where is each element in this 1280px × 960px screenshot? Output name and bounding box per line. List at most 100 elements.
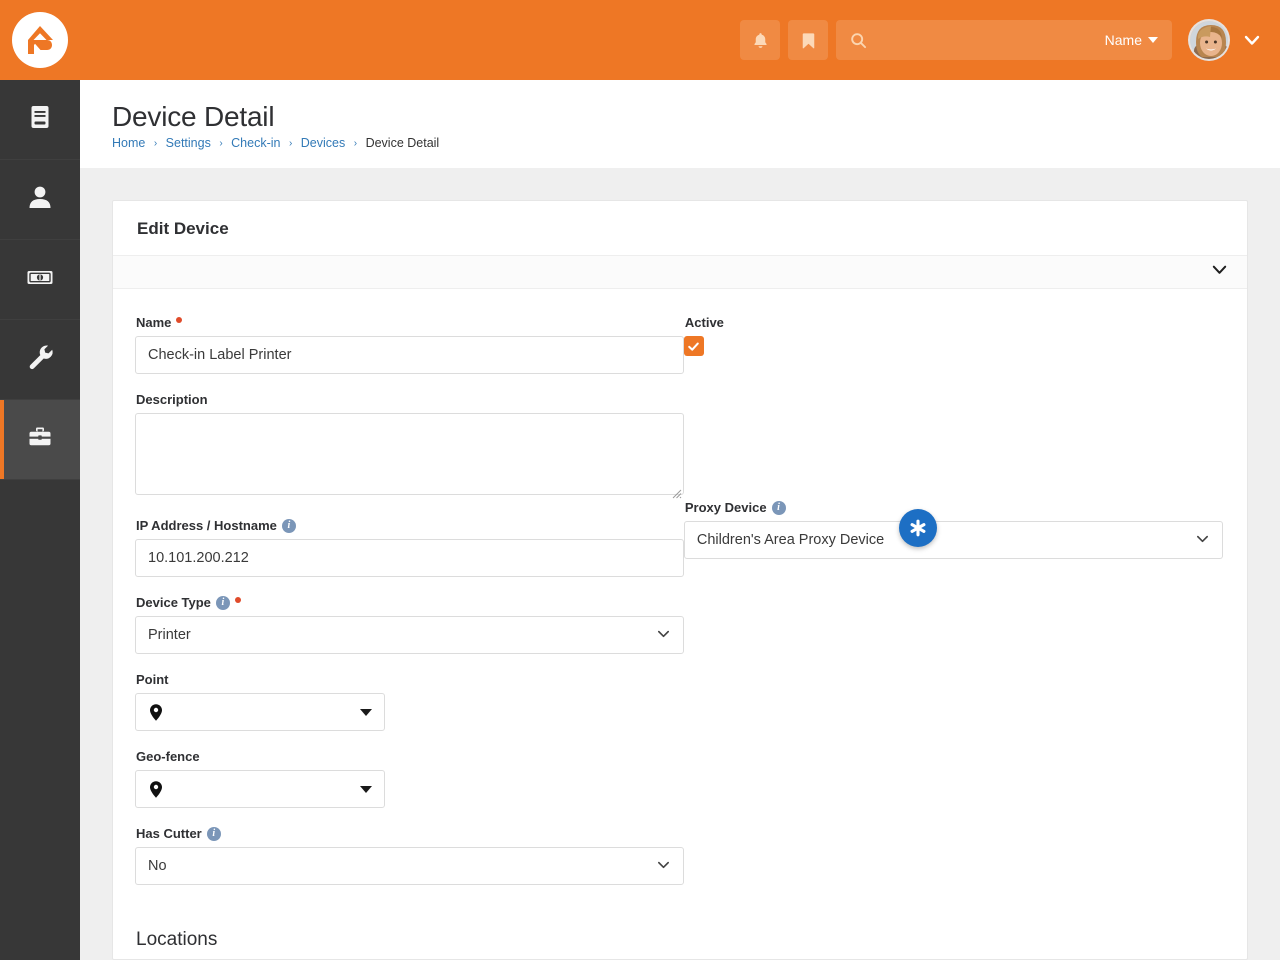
device-type-value: Printer xyxy=(148,627,191,643)
breadcrumb-item-home[interactable]: Home xyxy=(112,136,145,150)
info-icon[interactable]: i xyxy=(215,595,230,610)
search-scope-label: Name xyxy=(1104,32,1142,48)
sidebar-item-finance[interactable] xyxy=(0,240,80,320)
caret-down-icon xyxy=(360,708,372,716)
top-header-bar: Name xyxy=(0,0,1280,80)
map-pin-icon xyxy=(148,780,164,799)
chevron-down-icon xyxy=(1148,37,1158,43)
form-column-right: Active Proxy Device i Children's Area Pr… xyxy=(683,315,1223,903)
form-grid: Name Description xyxy=(135,315,1223,903)
locations-heading: Locations xyxy=(136,929,218,950)
label-text: Description xyxy=(136,392,208,407)
field-ip-address: IP Address / Hostname i xyxy=(135,518,684,577)
info-icon[interactable]: i xyxy=(206,826,221,841)
user-menu-chevron-icon[interactable] xyxy=(1242,30,1262,50)
label-text: Point xyxy=(136,672,169,687)
field-geofence: Geo-fence xyxy=(135,749,684,808)
chevron-down-icon xyxy=(656,857,671,876)
label-text: Geo-fence xyxy=(136,749,200,764)
breadcrumb-separator-icon: › xyxy=(219,138,223,150)
field-label-ip-address: IP Address / Hostname i xyxy=(136,518,684,533)
label-text: IP Address / Hostname xyxy=(136,518,277,533)
sidebar-item-book[interactable] xyxy=(0,80,80,160)
device-type-select[interactable]: Printer xyxy=(135,616,684,654)
proxy-device-select[interactable]: Children's Area Proxy Device xyxy=(683,521,1223,559)
breadcrumb-item-settings[interactable]: Settings xyxy=(166,136,211,150)
sidebar-item-tools[interactable] xyxy=(0,320,80,400)
sparkle-asterisk-icon[interactable] xyxy=(898,509,937,547)
bell-icon[interactable] xyxy=(740,20,780,60)
rock-logo-icon[interactable] xyxy=(12,12,68,68)
breadcrumb-separator-icon: › xyxy=(353,138,358,150)
proxy-device-value: Children's Area Proxy Device xyxy=(696,532,885,548)
ip-address-input[interactable] xyxy=(135,539,684,577)
chevron-down-icon[interactable] xyxy=(1210,260,1229,284)
breadcrumb: Home › Settings › Check-in › Devices › D… xyxy=(112,136,1280,150)
geofence-picker[interactable] xyxy=(135,770,385,808)
field-label-has-cutter: Has Cutter i xyxy=(136,826,684,841)
required-indicator-icon xyxy=(234,597,241,603)
chevron-down-icon xyxy=(1195,531,1210,550)
chevron-down-icon xyxy=(656,626,671,645)
main-sidebar xyxy=(0,80,80,960)
map-pin-icon xyxy=(148,703,164,722)
label-text: Name xyxy=(136,315,172,330)
field-has-cutter: Has Cutter i No xyxy=(135,826,684,885)
field-label-description: Description xyxy=(136,392,684,407)
breadcrumb-item-checkin[interactable]: Check-in xyxy=(231,136,280,150)
bookmark-icon[interactable] xyxy=(788,20,828,60)
breadcrumb-separator-icon: › xyxy=(288,138,293,150)
field-description: Description xyxy=(135,392,684,500)
field-proxy-device: Proxy Device i Children's Area Proxy Dev… xyxy=(683,500,1223,559)
field-point: Point xyxy=(135,672,684,731)
edit-device-panel: Edit Device Name Check-in Label Printer … xyxy=(112,200,1248,960)
money-bill-icon xyxy=(24,261,56,298)
field-label-device-type: Device Type i xyxy=(136,595,684,610)
breadcrumb-item-current: Device Detail xyxy=(365,136,440,151)
search-input[interactable] xyxy=(877,21,1105,59)
panel-collapse-bar[interactable] xyxy=(113,255,1247,289)
avatar[interactable] xyxy=(1188,19,1230,61)
panel-body: Name Description xyxy=(113,289,1247,951)
sidebar-item-person[interactable] xyxy=(0,160,80,240)
caret-down-icon xyxy=(360,785,372,793)
has-cutter-select[interactable]: No xyxy=(135,847,684,885)
logo-container[interactable] xyxy=(0,0,80,80)
field-label-active: Active xyxy=(685,315,1223,330)
label-text: Proxy Device xyxy=(684,500,767,515)
panel-header: Edit Device xyxy=(113,201,1247,255)
search-icon xyxy=(850,32,867,49)
has-cutter-value: No xyxy=(148,858,167,874)
page-title: Device Detail xyxy=(112,101,275,132)
field-active: Active xyxy=(683,315,1223,356)
wrench-icon xyxy=(25,342,55,377)
info-icon[interactable]: i xyxy=(771,500,786,515)
name-input[interactable] xyxy=(135,336,684,374)
field-label-geofence: Geo-fence xyxy=(136,749,684,764)
field-label-proxy-device: Proxy Device i xyxy=(685,500,1223,515)
panel-title: Edit Device xyxy=(137,219,229,238)
field-label-name: Name xyxy=(136,315,684,330)
active-checkbox[interactable] xyxy=(683,336,704,356)
toolbox-icon xyxy=(25,422,55,457)
breadcrumb-separator-icon: › xyxy=(153,138,158,150)
breadcrumb-item-devices[interactable]: Devices xyxy=(301,136,345,150)
point-picker[interactable] xyxy=(135,693,385,731)
label-text: Device Type xyxy=(136,595,211,610)
right-column-spacer xyxy=(684,374,1223,500)
field-label-point: Point xyxy=(136,672,684,687)
form-column-left: Name Description xyxy=(135,315,684,903)
page-header: Device Detail Home › Settings › Check-in… xyxy=(80,80,1280,168)
sidebar-item-admin-tools[interactable] xyxy=(0,400,80,480)
field-device-type: Device Type i Printer xyxy=(135,595,684,654)
label-text: Has Cutter xyxy=(136,826,202,841)
description-textarea[interactable] xyxy=(135,413,684,495)
label-text: Active xyxy=(684,315,724,330)
field-name: Name xyxy=(135,315,684,374)
book-icon xyxy=(25,102,55,137)
content-area: Edit Device Name Check-in Label Printer … xyxy=(80,168,1280,960)
search-scope-dropdown[interactable]: Name xyxy=(1105,32,1158,48)
global-search-bar[interactable]: Name xyxy=(836,20,1172,60)
info-icon[interactable]: i xyxy=(281,518,296,533)
person-icon xyxy=(25,182,55,217)
